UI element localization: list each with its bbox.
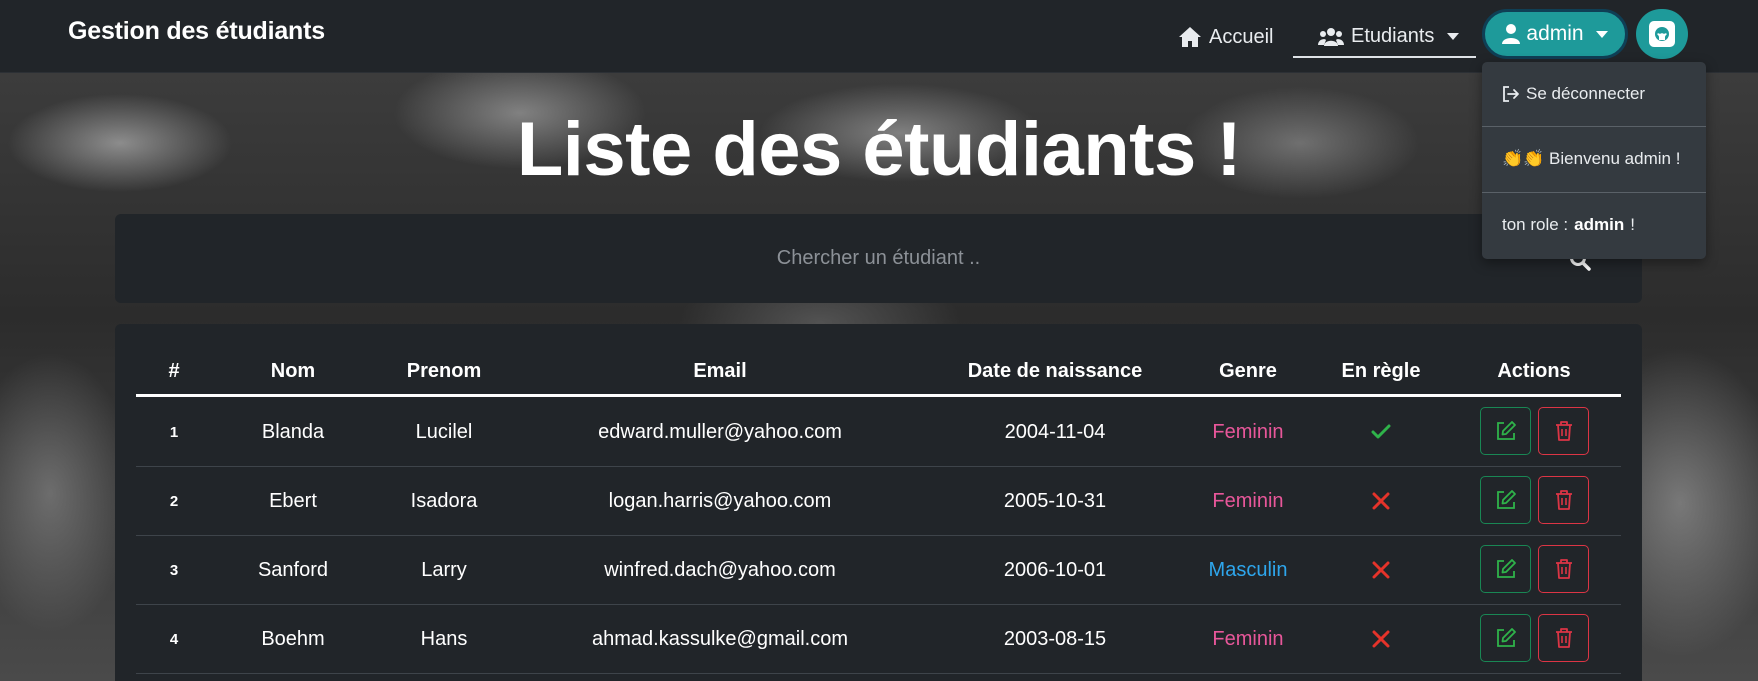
chevron-down-icon	[1595, 30, 1608, 38]
cell-genre: Feminin	[1212, 420, 1284, 443]
cell-nom: Sanford	[257, 558, 329, 581]
logout-label: Se déconnecter	[1526, 84, 1646, 103]
user-icon	[1502, 24, 1521, 44]
table-header-divider	[136, 394, 1621, 397]
edit-button[interactable]	[1480, 407, 1531, 455]
row-index: 2	[169, 492, 179, 510]
cell-date: 2006-10-01	[1003, 558, 1107, 581]
cell-en-regle	[1320, 536, 1442, 604]
table-row: 4 Boehm Hans ahmad.kassulke@gmail.com 20…	[136, 605, 1621, 674]
search-input[interactable]	[115, 214, 1642, 303]
cell-date: 2003-08-15	[1003, 627, 1107, 650]
chevron-down-icon	[1447, 33, 1460, 40]
nav-students-label: Etudiants	[1351, 25, 1435, 47]
column-header-email: Email	[693, 359, 747, 382]
column-header-actions: Actions	[1497, 359, 1571, 382]
cross-icon	[1372, 561, 1390, 579]
logout-menu-item[interactable]: Se déconnecter	[1482, 62, 1706, 126]
cross-icon	[1372, 492, 1390, 510]
nav-home-label: Accueil	[1209, 25, 1274, 48]
cell-date: 2005-10-31	[1003, 489, 1107, 512]
column-header-genre: Genre	[1219, 359, 1277, 382]
logout-icon	[1503, 86, 1519, 102]
row-index: 4	[169, 630, 179, 648]
cell-email: edward.muller@yahoo.com	[598, 420, 842, 443]
edit-icon	[1496, 490, 1516, 509]
cell-en-regle	[1320, 398, 1442, 466]
edit-button[interactable]	[1480, 614, 1531, 662]
edit-button[interactable]	[1480, 476, 1531, 524]
cell-email: logan.harris@yahoo.com	[608, 489, 832, 512]
cell-prenom: Isadora	[410, 489, 478, 512]
welcome-menu-item: 👏👏 Bienvenu admin !	[1482, 127, 1706, 191]
cell-genre: Feminin	[1212, 627, 1284, 650]
edit-button[interactable]	[1480, 545, 1531, 593]
cell-genre: Feminin	[1212, 489, 1284, 512]
row-index: 1	[169, 423, 179, 441]
cell-en-regle	[1320, 467, 1442, 535]
column-header-index: #	[168, 359, 180, 382]
nav-home-link[interactable]: Accueil	[1178, 17, 1273, 57]
table-row: 2 Ebert Isadora logan.harris@yahoo.com 2…	[136, 467, 1621, 536]
delete-button[interactable]	[1538, 476, 1589, 524]
edit-icon	[1496, 421, 1516, 440]
table-row: 3 Sanford Larry winfred.dach@yahoo.com 2…	[136, 536, 1621, 605]
table-row: 1 Blanda Lucilel edward.muller@yahoo.com…	[136, 398, 1621, 467]
role-menu-item: ton role : admin !	[1482, 193, 1706, 257]
role-suffix: !	[1630, 215, 1635, 234]
cell-prenom: Larry	[421, 558, 467, 581]
edit-icon	[1496, 559, 1516, 578]
check-icon	[1371, 424, 1391, 439]
cell-prenom: Hans	[420, 627, 468, 650]
cell-en-regle	[1320, 605, 1442, 673]
nav-students-dropdown[interactable]: Etudiants	[1293, 17, 1476, 58]
column-header-prenom: Prenom	[406, 359, 482, 382]
cell-email: winfred.dach@yahoo.com	[604, 558, 836, 581]
delete-button[interactable]	[1538, 545, 1589, 593]
welcome-label: 👏👏 Bienvenu admin !	[1502, 149, 1681, 168]
cell-date: 2004-11-04	[1004, 420, 1106, 443]
github-button[interactable]	[1636, 9, 1688, 59]
trash-icon	[1555, 628, 1572, 648]
home-icon	[1179, 27, 1201, 47]
role-prefix: ton role :	[1502, 215, 1569, 234]
delete-button[interactable]	[1538, 407, 1589, 455]
trash-icon	[1555, 490, 1572, 510]
cell-prenom: Lucilel	[415, 420, 473, 443]
column-header-en-regle: En règle	[1341, 359, 1421, 382]
cell-nom: Blanda	[261, 420, 325, 443]
column-header-nom: Nom	[270, 359, 316, 382]
column-header-date: Date de naissance	[967, 359, 1143, 382]
search-card	[115, 214, 1642, 303]
cell-genre: Masculin	[1208, 558, 1288, 581]
users-icon	[1318, 27, 1344, 46]
delete-button[interactable]	[1538, 614, 1589, 662]
row-index: 3	[169, 561, 179, 579]
edit-icon	[1496, 628, 1516, 647]
cross-icon	[1372, 630, 1390, 648]
trash-icon	[1555, 559, 1572, 579]
user-menu-label: admin	[1526, 22, 1584, 45]
cell-nom: Ebert	[269, 489, 317, 512]
role-value: admin	[1574, 215, 1625, 234]
cell-nom: Boehm	[261, 627, 325, 650]
brand-title[interactable]: Gestion des étudiants	[68, 17, 325, 46]
user-dropdown-menu: Se déconnecter 👏👏 Bienvenu admin ! ton r…	[1482, 62, 1706, 259]
user-menu-button[interactable]: admin	[1482, 9, 1628, 59]
trash-icon	[1555, 421, 1572, 441]
github-icon	[1649, 21, 1675, 47]
cell-email: ahmad.kassulke@gmail.com	[592, 627, 848, 650]
